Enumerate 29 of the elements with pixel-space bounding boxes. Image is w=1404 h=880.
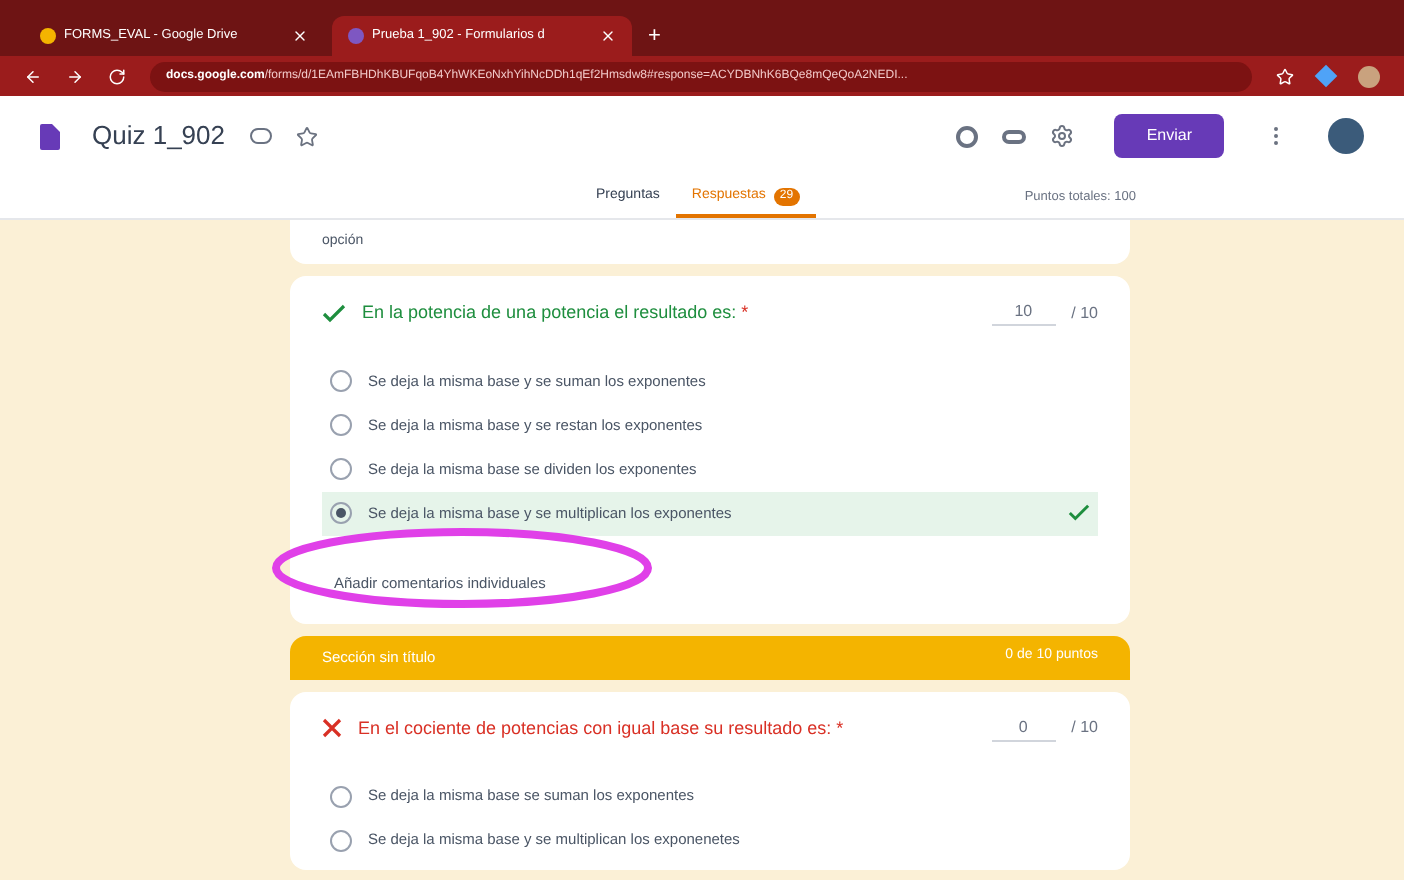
reload-icon[interactable] <box>108 67 126 85</box>
radio-button[interactable] <box>330 414 352 436</box>
question-text: En la potencia de una potencia el resultado es: * <box>362 300 751 326</box>
max-score: / 10 <box>1071 301 1098 326</box>
favicon-icon <box>40 28 56 44</box>
close-icon[interactable] <box>600 28 616 44</box>
back-icon[interactable] <box>24 67 42 85</box>
score-field[interactable]: 0 <box>991 715 1056 742</box>
document-icon <box>40 123 60 149</box>
check-icon <box>1068 502 1090 524</box>
new-tab-button[interactable]: + <box>648 19 661 53</box>
forward-icon[interactable] <box>66 67 84 85</box>
extension-icon[interactable] <box>1314 64 1338 88</box>
radio-button[interactable] <box>330 829 352 851</box>
close-icon[interactable] <box>292 28 308 44</box>
settings-icon[interactable] <box>1050 124 1075 148</box>
send-button[interactable]: Enviar <box>1114 114 1224 158</box>
radio-button[interactable] <box>330 502 352 524</box>
question-text: En el cociente de potencias con igual base su resultado es: * <box>358 715 846 742</box>
favicon-icon <box>348 28 364 44</box>
radio-button[interactable] <box>330 370 352 392</box>
form-title: Quiz 1_902 <box>92 118 225 155</box>
avatar-icon[interactable] <box>1358 65 1380 87</box>
radio-button[interactable] <box>330 458 352 480</box>
radio-button[interactable] <box>330 785 352 807</box>
avatar[interactable] <box>1328 118 1364 154</box>
score-field[interactable]: 10 <box>991 300 1056 327</box>
max-score: / 10 <box>1071 716 1098 741</box>
star-icon[interactable] <box>295 125 317 147</box>
